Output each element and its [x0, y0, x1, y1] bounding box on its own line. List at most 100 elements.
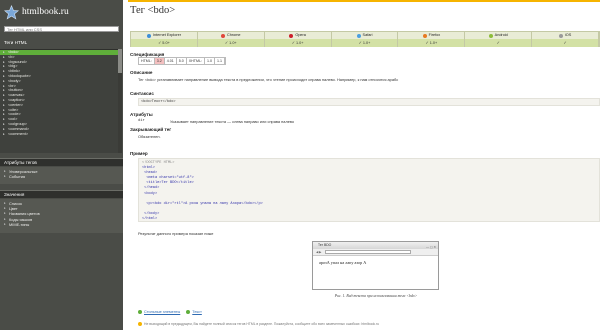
description-text: Тег <bdo> устанавливает направление выво… — [138, 77, 399, 82]
browser-column: Android ✓ — [465, 32, 533, 47]
sidebar-tag-label: <blink> — [8, 69, 21, 74]
address-field — [325, 250, 412, 254]
sidebar-tag-label: <col> — [8, 117, 18, 122]
sidebar-tag-label: <big> — [8, 64, 18, 69]
browser-name: Internet Explorer — [152, 33, 181, 37]
search-input[interactable] — [4, 26, 119, 32]
browser-column: Internet Explorer ✓ 5.0+ — [131, 32, 198, 47]
example-code-block: <!DOCTYPE HTML> <html> <head> <meta chars… — [138, 158, 600, 222]
spec-html-label: HTML: — [139, 58, 155, 64]
bottom-links: Стильные элементы Текст — [138, 310, 202, 314]
attrs-item[interactable]: ▸ События — [0, 174, 123, 179]
tag-list-scroll-thumb[interactable] — [118, 49, 122, 73]
browser-logo-icon — [558, 33, 563, 38]
browser-version: ✓ — [465, 39, 532, 47]
similar-link-item[interactable]: Стильные элементы — [138, 310, 180, 314]
result-window-content: арозА упал на лапу азор А — [319, 260, 367, 265]
browser-column: Opera ✓ 1.0+ — [264, 32, 332, 47]
browser-version: ✓ — [532, 39, 599, 47]
more-link[interactable]: Текст — [192, 310, 202, 314]
browser-name: Firefox — [428, 33, 441, 37]
logo-star-icon — [4, 4, 19, 20]
sidebar-tag-label: <body> — [8, 78, 21, 83]
code-line: </html> — [142, 217, 158, 222]
syntax-code: <bdo>Текст</bdo> — [138, 98, 600, 106]
result-window-titlebar: Тег BDO — ▢ ✕ — [313, 242, 438, 249]
attrs-item-label: События — [9, 174, 26, 180]
sidebar-tag-label: <code> — [8, 112, 21, 117]
logo-text: htmlbook.ru — [22, 7, 69, 17]
sidebar-tag-item[interactable]: ▸ <comment> — [0, 132, 118, 137]
footer-text: Не выходящий в предыдущем, Вы найдете по… — [144, 322, 380, 326]
browser-name-cell: Internet Explorer — [131, 32, 197, 39]
text-link-icon — [186, 310, 191, 314]
sidebar-tag-label: <b> — [8, 54, 15, 59]
result-browser-window: Тег BDO — ▢ ✕ ◀ ▶ арозА упал на лапу азо… — [312, 241, 439, 290]
sidebar-tag-label: <blockquote> — [8, 73, 31, 78]
sidebar-tag-label: <caption> — [8, 97, 25, 102]
browser-logo-icon — [289, 33, 294, 38]
sidebar-tag-label: <comment> — [8, 131, 29, 136]
browser-name-cell: Chrome — [197, 32, 264, 39]
browser-name-cell: iOS — [532, 32, 599, 39]
figure-caption: Рис. 1. Вид текста при использовании тег… — [334, 294, 418, 298]
result-window-addressbar: ◀ ▶ — [313, 249, 438, 256]
browser-name: iOS — [564, 33, 572, 37]
values-item[interactable]: ▸ MIME-типы — [0, 222, 123, 227]
spec-html-version: 3.2 — [154, 58, 165, 64]
browser-name: Opera — [295, 33, 306, 37]
browser-logo-icon — [356, 33, 361, 38]
spec-xhtml-version: 1.1 — [214, 58, 225, 64]
values-list: ▸ Список ▸ Цвет ▸ Названия цветов ▸ Коды языков… — [0, 199, 123, 233]
sidebar-tag-label: <cite> — [8, 107, 19, 112]
closing-tag-value: Обязателен. — [138, 134, 161, 139]
spec-xhtml-version: 1.0 — [204, 58, 215, 64]
browser-name: Safari — [362, 33, 373, 37]
browser-column: iOS ✓ — [532, 32, 600, 47]
browser-version: ✓ 1.0+ — [331, 39, 398, 47]
browser-version: ✓ 1.0+ — [264, 39, 331, 47]
sidebar-tag-label: <colgroup> — [8, 121, 27, 126]
closing-tag-heading: Закрывающий тег — [130, 127, 172, 132]
browser-version: ✓ 5.0+ — [131, 39, 197, 47]
browser-support-table: Internet Explorer ✓ 5.0+ Chrome ✓ 1.0+ Opera… — [130, 31, 600, 47]
attribute-description: Указывает направление текста — слева нап… — [170, 119, 295, 124]
spec-table: HTML: 3.2 4.01 5.0 XHTML: 1.0 1.1 — [138, 57, 226, 65]
description-heading: Описание — [130, 70, 153, 75]
browser-name-cell: Android — [465, 32, 532, 39]
spec-xhtml-label: XHTML: — [186, 58, 205, 64]
logo[interactable]: htmlbook.ru — [4, 3, 120, 21]
browser-column: Safari ✓ 1.0+ — [331, 32, 399, 47]
similar-link[interactable]: Стильные элементы — [144, 310, 180, 314]
browser-name-cell: Firefox — [398, 32, 465, 39]
browser-logo-icon — [146, 33, 151, 38]
values-section-title[interactable]: Значения — [0, 190, 123, 198]
browser-column: Chrome ✓ 1.0+ — [197, 32, 265, 47]
browser-logo-icon — [422, 33, 427, 38]
attributes-heading: Атрибуты — [130, 112, 153, 117]
attribute-name-link[interactable]: dir — [138, 119, 145, 123]
arrow-right-icon: ▸ — [3, 131, 5, 136]
browser-name-cell: Opera — [264, 32, 331, 39]
page-title: Тег <bdo> — [130, 5, 176, 16]
arrow-right-icon: ▸ — [4, 221, 6, 226]
main-content: Тег <bdo> Internet Explorer ✓ 5.0+ Chrome ✓… — [128, 0, 600, 330]
tags-section-title: Теги HTML — [4, 40, 28, 45]
arrow-right-icon: ▸ — [4, 174, 6, 179]
attrs-list: ▸ Универсальные ▸ События — [0, 167, 123, 184]
footer-note: Не выходящий в предыдущем, Вы найдете по… — [138, 322, 600, 327]
sidebar-tag-label: <center> — [8, 102, 23, 107]
browser-name: Android — [494, 33, 508, 37]
result-window-title: Тег BDO — [318, 243, 332, 247]
window-controls-icon: — ▢ ✕ — [425, 245, 436, 249]
attrs-section-title[interactable]: Атрибуты тегов — [0, 158, 123, 166]
sidebar: htmlbook.ru Теги HTML ▸ <bdo> ▸ <b> ▸ <bgsoun… — [0, 0, 123, 330]
sidebar-tag-label: <command> — [8, 126, 30, 131]
browser-logo-icon — [221, 33, 226, 38]
browser-name: Chrome — [227, 33, 241, 37]
browser-name-cell: Safari — [331, 32, 398, 39]
more-link-item[interactable]: Текст — [186, 310, 202, 314]
back-forward-icon: ◀ ▶ — [316, 250, 322, 254]
page: htmlbook.ru Теги HTML ▸ <bdo> ▸ <b> ▸ <bgsoun… — [0, 0, 600, 330]
sidebar-tag-label: <bdo> — [8, 50, 19, 54]
